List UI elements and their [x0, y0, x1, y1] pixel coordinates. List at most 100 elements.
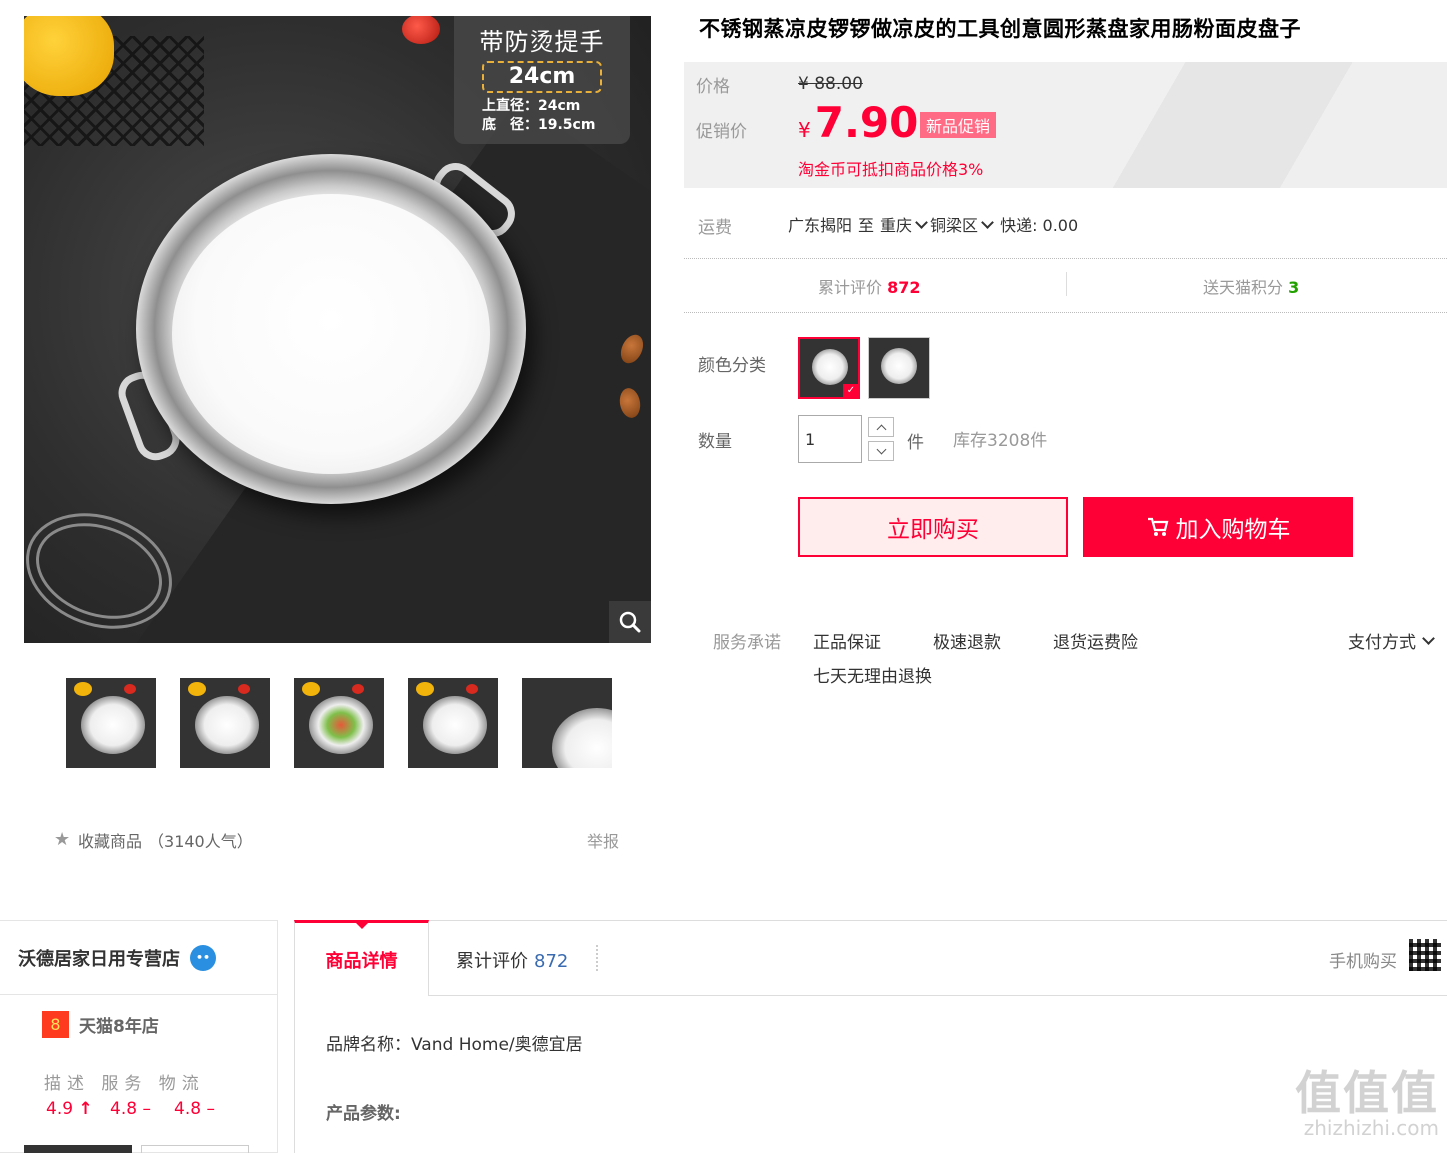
- quantity-decrease-button[interactable]: [868, 441, 894, 461]
- review-count-value: 872: [887, 278, 921, 297]
- chevron-down-icon: [915, 215, 928, 229]
- stock-text: 库存3208件: [953, 431, 1048, 451]
- brand-name: 品牌名称：Vand Home/奥德宜居: [326, 1035, 583, 1055]
- shop-name: 沃德居家日用专营店: [18, 948, 180, 970]
- ship-method: 快递: 0.00: [1000, 216, 1079, 235]
- thumbnail-4[interactable]: [408, 678, 498, 768]
- thumbnail-2[interactable]: [180, 678, 270, 768]
- tmall-years: 8 天猫8年店: [42, 1011, 159, 1038]
- sku-option-1[interactable]: ✓: [798, 337, 860, 399]
- dash-icon: –: [142, 1099, 151, 1119]
- services-label: 服务承诺: [713, 633, 781, 653]
- enter-shop-button[interactable]: [24, 1145, 132, 1153]
- original-price: ¥ 88.00: [798, 74, 863, 94]
- shipping-row: 广东揭阳 至 重庆 铜梁区 快递: 0.00: [788, 212, 1078, 236]
- service-item[interactable]: 极速退款: [933, 628, 1001, 653]
- zoom-button[interactable]: [609, 601, 651, 643]
- thumbnail-strip: [66, 678, 612, 768]
- score-heading: 描述 服务 物流: [44, 1074, 205, 1094]
- favorite-label: 收藏商品: [78, 832, 143, 851]
- tab-reviews-label: 累计评价: [456, 951, 528, 972]
- promo-price-value: 7.90: [814, 98, 919, 147]
- ship-city-select[interactable]: 重庆: [880, 212, 912, 236]
- yellow-pepper-decoration: [24, 16, 114, 96]
- detail-content: 品牌名称：Vand Home/奥德宜居 产品参数:: [294, 996, 1447, 1153]
- quantity-input[interactable]: 1: [798, 415, 862, 463]
- tomato-decoration: [402, 16, 440, 44]
- shop-header[interactable]: 沃德居家日用专营店 ••: [0, 921, 277, 995]
- points-label: 送天猫积分: [1203, 278, 1284, 297]
- ship-to-word: 至: [858, 216, 875, 235]
- chevron-down-icon: [1422, 631, 1435, 645]
- detail-tabbar: 商品详情 累计评价 872 手机购买: [294, 920, 1447, 996]
- badge-title: 带防烫提手: [479, 28, 605, 56]
- star-icon: ★: [54, 829, 71, 850]
- divider: [1066, 272, 1067, 296]
- ship-from: 广东揭阳: [788, 216, 853, 235]
- thumbnail-5[interactable]: [522, 678, 612, 768]
- badge-spec-top: 上直径：24cm: [482, 98, 581, 114]
- currency-symbol: ¥: [798, 118, 811, 142]
- product-params-heading: 产品参数:: [326, 1104, 401, 1124]
- service-item[interactable]: 正品保证: [813, 628, 881, 653]
- payment-label: 支付方式: [1348, 633, 1416, 653]
- cart-icon: [1147, 517, 1168, 536]
- report-link[interactable]: 举报: [587, 828, 619, 852]
- main-product-image[interactable]: 带防烫提手 24cm 上直径：24cm 底 径：19.5cm: [24, 16, 651, 643]
- tab-reviews-count: 872: [534, 951, 569, 972]
- score-description: 4.9 ↑: [46, 1099, 93, 1119]
- shop-card: 沃德居家日用专营店 •• 8 天猫8年店 描述 服务 物流 4.9 ↑ 4.8 …: [0, 920, 278, 1153]
- divider: [684, 258, 1447, 259]
- watermark-logo: 值值值: [1295, 1066, 1439, 1120]
- mobile-buy-link[interactable]: 手机购买: [1329, 947, 1397, 972]
- follow-shop-button[interactable]: [141, 1145, 249, 1153]
- service-item[interactable]: 七天无理由退换: [813, 662, 932, 687]
- promo-price-label: 促销价: [696, 122, 747, 142]
- chevron-down-icon: [981, 215, 994, 229]
- score-logistics: 4.8 –: [174, 1099, 215, 1119]
- steel-plate-inner: [172, 194, 490, 474]
- tmall-years-badge: 8: [42, 1011, 69, 1038]
- score-service: 4.8 –: [110, 1099, 151, 1119]
- watermark-url: zhizhizhi.com: [1303, 1116, 1439, 1140]
- qr-code-icon[interactable]: [1409, 939, 1441, 971]
- chevron-up-icon: [876, 424, 886, 434]
- shipping-label: 运费: [698, 218, 732, 238]
- tab-details[interactable]: 商品详情: [294, 920, 429, 996]
- dash-icon: –: [206, 1099, 215, 1119]
- tab-reviews[interactable]: 累计评价 872: [456, 947, 568, 973]
- spec-badge: 带防烫提手 24cm 上直径：24cm 底 径：19.5cm: [454, 16, 630, 144]
- favorite-popularity: （3140人气）: [148, 832, 253, 851]
- check-icon: ✓: [843, 384, 859, 398]
- divider: [596, 945, 598, 971]
- promo-price: ¥ 7.90: [798, 98, 918, 147]
- ship-district-select[interactable]: 铜梁区: [930, 212, 978, 236]
- points-value: 3: [1288, 278, 1300, 297]
- sku-option-2[interactable]: [868, 337, 930, 399]
- service-item[interactable]: 退货运费险: [1053, 628, 1138, 653]
- thumbnail-1[interactable]: [66, 678, 156, 768]
- buy-now-button[interactable]: 立即购买: [798, 497, 1068, 557]
- arrow-up-icon: ↑: [78, 1099, 93, 1119]
- watermark: 值值值 zhizhizhi.com: [1295, 1068, 1439, 1138]
- badge-size: 24cm: [482, 61, 602, 93]
- coin-discount-text: 淘金币可抵扣商品价格3%: [798, 160, 984, 179]
- sku-label: 颜色分类: [698, 356, 766, 376]
- divider: [684, 312, 1447, 313]
- add-to-cart-label: 加入购物车: [1175, 517, 1291, 543]
- quantity-label: 数量: [698, 432, 732, 452]
- product-title: 不锈钢蒸凉皮锣锣做凉皮的工具创意圆形蒸盘家用肠粉面皮盘子: [699, 17, 1301, 41]
- thumbnail-3[interactable]: [294, 678, 384, 768]
- favorite-link[interactable]: ★ 收藏商品 （3140人气）: [54, 828, 253, 852]
- badge-spec-bottom: 底 径：19.5cm: [482, 117, 596, 133]
- price-label: 价格: [696, 77, 730, 97]
- wangwang-chat-icon[interactable]: ••: [190, 944, 216, 971]
- review-count-label: 累计评价: [818, 278, 883, 297]
- review-count-stat[interactable]: 累计评价 872: [818, 274, 921, 298]
- points-stat: 送天猫积分 3: [1203, 274, 1299, 298]
- magnifier-icon: [619, 611, 641, 633]
- payment-methods-dropdown[interactable]: 支付方式: [1348, 628, 1435, 653]
- quantity-increase-button[interactable]: [868, 417, 894, 437]
- quantity-unit: 件: [907, 433, 924, 453]
- add-to-cart-button[interactable]: 加入购物车: [1083, 497, 1353, 557]
